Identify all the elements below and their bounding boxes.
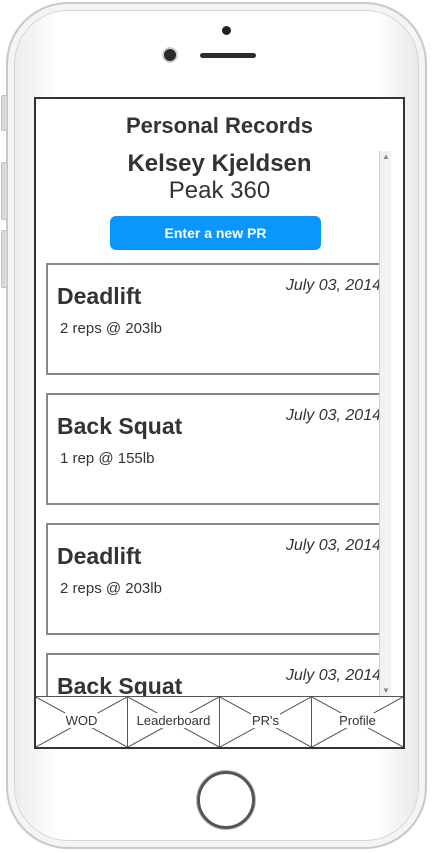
record-card[interactable]: Deadlift July 03, 2014 2 reps @ 203lb xyxy=(46,523,391,635)
tab-label: PR's xyxy=(250,713,281,728)
tab-prs[interactable]: PR's xyxy=(220,697,312,747)
record-detail: 2 reps @ 203lb xyxy=(60,320,162,337)
sensor-dot xyxy=(222,26,231,35)
vertical-scrollbar[interactable]: ▲ ▼ xyxy=(379,151,391,697)
app-screen: Personal Records Kelsey Kjeldsen Peak 36… xyxy=(34,97,405,749)
record-exercise: Deadlift xyxy=(57,283,142,309)
record-date: July 03, 2014 xyxy=(285,537,381,554)
record-detail: 1 rep @ 155lb xyxy=(60,450,155,467)
mute-switch[interactable] xyxy=(1,95,8,131)
page-title: Personal Records xyxy=(125,113,314,138)
record-date: July 03, 2014 xyxy=(285,277,381,294)
tab-leaderboard[interactable]: Leaderboard xyxy=(128,697,220,747)
tab-label: Leaderboard xyxy=(135,713,212,728)
bottom-tab-bar: WOD Leaderboard PR's Profile xyxy=(36,696,403,747)
scroll-down-icon[interactable]: ▼ xyxy=(382,687,390,695)
tab-profile[interactable]: Profile xyxy=(312,697,403,747)
front-camera xyxy=(164,49,176,61)
tab-wod[interactable]: WOD xyxy=(36,697,128,747)
record-date: July 03, 2014 xyxy=(285,407,381,424)
record-card[interactable]: Back Squat July 03, 2014 xyxy=(46,653,391,697)
earpiece-speaker xyxy=(200,53,256,58)
record-detail: 2 reps @ 203lb xyxy=(60,580,162,597)
scroll-up-icon[interactable]: ▲ xyxy=(382,153,390,161)
tab-label: Profile xyxy=(338,713,377,728)
records-scroll-area[interactable]: Personal Records Kelsey Kjeldsen Peak 36… xyxy=(36,99,391,697)
volume-down-button[interactable] xyxy=(1,230,8,288)
athlete-name: Kelsey Kjeldsen xyxy=(127,150,312,177)
record-date: July 03, 2014 xyxy=(285,667,381,684)
tab-label: WOD xyxy=(64,713,99,728)
record-card[interactable]: Back Squat July 03, 2014 1 rep @ 155lb xyxy=(46,393,391,505)
record-card[interactable]: Deadlift July 03, 2014 2 reps @ 203lb xyxy=(46,263,391,375)
record-exercise: Deadlift xyxy=(57,543,142,569)
enter-new-pr-button[interactable]: Enter a new PR xyxy=(110,216,321,250)
volume-up-button[interactable] xyxy=(1,162,8,220)
gym-name: Peak 360 xyxy=(168,177,271,204)
record-exercise: Back Squat xyxy=(57,413,183,439)
record-exercise: Back Squat xyxy=(57,673,183,697)
home-button[interactable] xyxy=(197,771,255,829)
